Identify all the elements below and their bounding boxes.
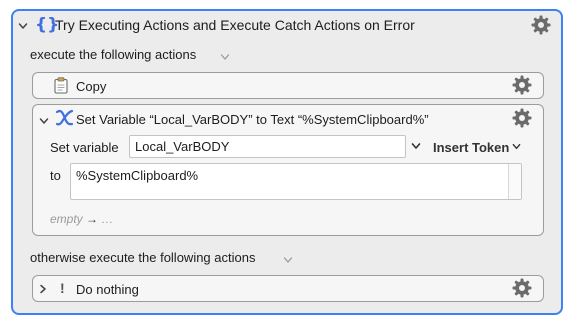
copy-action-label: Copy — [76, 79, 107, 94]
exclamation-icon: ! — [60, 280, 65, 296]
do-nothing-label: Do nothing — [76, 282, 139, 297]
variable-dropdown-chevron-icon[interactable] — [411, 141, 421, 151]
copy-action[interactable]: Copy — [32, 72, 544, 99]
try-block-title: Try Executing Actions and Execute Catch … — [55, 17, 415, 33]
execute-actions-menu-chevron-icon[interactable] — [220, 52, 230, 62]
otherwise-actions-menu-chevron-icon[interactable] — [283, 255, 293, 265]
chevron-down-icon[interactable] — [39, 116, 49, 126]
insert-token-chevron-icon[interactable] — [512, 142, 521, 151]
set-variable-action-title: Set Variable “Local_VarBODY” to Text “%S… — [76, 112, 429, 127]
gear-icon[interactable] — [512, 278, 532, 298]
text-value-field[interactable]: %SystemClipboard% — [70, 163, 522, 200]
insert-token-button[interactable]: Insert Token — [433, 140, 509, 155]
set-variable-label: Set variable — [50, 140, 119, 155]
empty-drop-zone[interactable]: empty → … — [50, 212, 113, 226]
chevron-right-icon[interactable] — [38, 284, 48, 294]
otherwise-actions-label: otherwise execute the following actions — [30, 250, 256, 265]
do-nothing-action[interactable]: ! Do nothing — [32, 275, 544, 302]
arrow-right-icon: → — [86, 212, 99, 226]
gear-icon[interactable] — [531, 15, 551, 35]
try-catch-action-block[interactable]: {} Try Executing Actions and Execute Cat… — [11, 9, 563, 315]
gear-icon[interactable] — [512, 108, 532, 128]
variable-name-field[interactable]: Local_VarBODY — [129, 135, 406, 158]
chevron-down-icon[interactable] — [18, 21, 28, 31]
empty-ellipsis: … — [101, 212, 114, 226]
to-label: to — [50, 168, 61, 183]
text-value: %SystemClipboard% — [76, 168, 199, 183]
execute-actions-label: execute the following actions — [30, 47, 197, 62]
clipboard-icon — [54, 77, 68, 94]
empty-label: empty — [50, 212, 83, 226]
variable-x-icon — [55, 109, 74, 126]
set-variable-action[interactable]: Set Variable “Local_VarBODY” to Text “%S… — [32, 104, 544, 236]
gear-icon[interactable] — [512, 75, 532, 95]
text-field-scrollbar[interactable] — [508, 164, 521, 199]
